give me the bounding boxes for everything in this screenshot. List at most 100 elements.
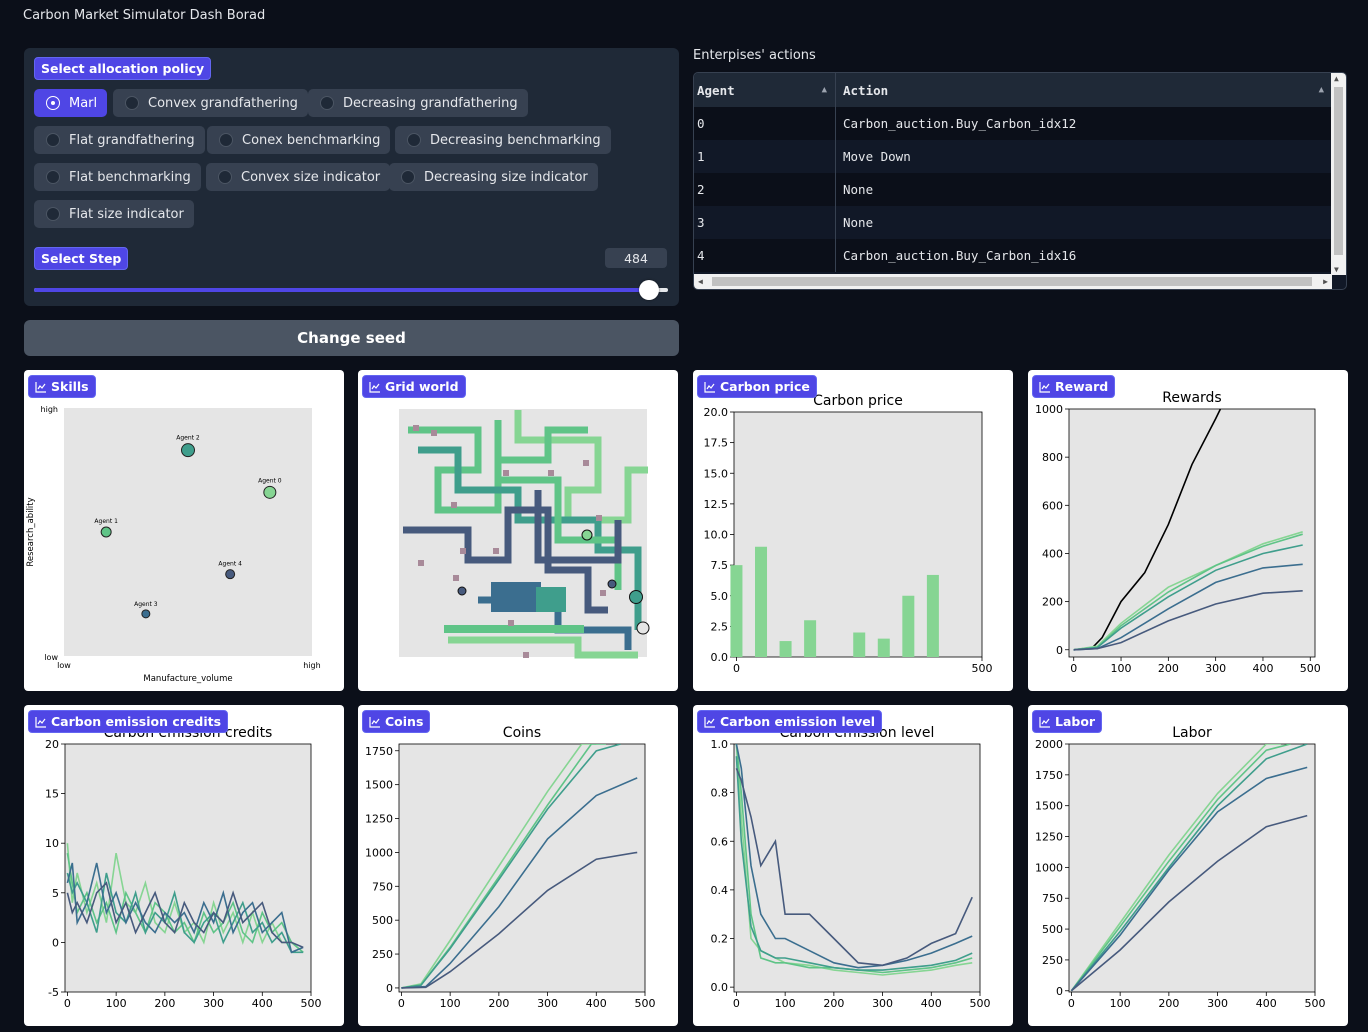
y-tick-label: 5: [52, 887, 59, 900]
horizontal-scroll-thumb[interactable]: [712, 277, 1312, 286]
table-cell-agent: 2: [694, 173, 836, 206]
policy-option-label: Conex benchmarking: [242, 132, 381, 148]
resource-tile: [451, 502, 457, 508]
scroll-right-icon[interactable]: ▶: [1323, 277, 1328, 286]
policy-option-decreasing-size-indicator[interactable]: Decreasing size indicator: [389, 163, 598, 191]
tab-reward: Reward: [1032, 375, 1116, 398]
policy-option-decreasing-benchmarking[interactable]: Decreasing benchmarking: [395, 126, 611, 154]
y-tick-label: 250: [372, 948, 393, 961]
chart-icon: [369, 381, 380, 393]
vertical-scroll-thumb[interactable]: [1334, 87, 1343, 255]
radio-dot-icon: [407, 133, 421, 147]
tab-carbon-emission-credits: Carbon emission credits: [28, 710, 229, 733]
x-tick-label: 200: [1158, 997, 1179, 1010]
tab-carbon-price: Carbon price: [697, 375, 817, 398]
column-header-agent[interactable]: Agent ▲: [694, 73, 836, 107]
y-tick-label: 0.6: [711, 835, 729, 848]
app-title: Carbon Market Simulator Dash Borad: [23, 8, 266, 23]
credits-card: Carbon emission credits Carbon emission …: [24, 705, 344, 1026]
radio-dot-icon: [218, 170, 232, 184]
price-bar: [779, 641, 792, 657]
step-slider-thumb[interactable]: [638, 280, 659, 300]
policy-option-flat-size-indicator[interactable]: Flat size indicator: [34, 200, 194, 228]
chart-icon: [35, 381, 46, 393]
y-tick-label: 0.0: [711, 651, 729, 664]
table-cell-action: None: [843, 215, 874, 230]
y-tick-label: 0.2: [711, 933, 729, 946]
table-row[interactable]: 4 Carbon_auction.Buy_Carbon_idx16: [694, 239, 1332, 272]
table-cell-action: Move Down: [843, 149, 911, 164]
policy-option-decreasing-grandfathering[interactable]: Decreasing grandfathering: [308, 89, 528, 117]
resource-tile: [418, 560, 424, 566]
chart-icon: [369, 716, 380, 728]
labor-card: Labor Labor 0 100 200 300 400 500 0 250 500 750 100…: [1028, 705, 1348, 1026]
tab-grid-world: Grid world: [362, 375, 466, 398]
x-tick-label: 200: [154, 997, 175, 1010]
price-bar: [730, 565, 743, 657]
actions-table-title: Enterpises' actions: [693, 48, 816, 63]
policy-option-convex-grandfathering[interactable]: Convex grandfathering: [113, 89, 308, 117]
tab-carbon-emission-level: Carbon emission level: [697, 710, 883, 733]
chart-icon: [704, 381, 715, 393]
policy-label: Select allocation policy: [34, 57, 212, 80]
step-number-input[interactable]: 484: [605, 248, 667, 268]
x-tick-label: 300: [537, 997, 558, 1010]
table-row[interactable]: 3 None: [694, 206, 1332, 239]
policy-option-convex-size-indicator[interactable]: Convex size indicator: [206, 163, 391, 191]
x-tick-label: 300: [872, 997, 893, 1010]
x-tick-label: 500: [301, 997, 322, 1010]
agent-marker: [607, 579, 617, 589]
y-tick-label: 750: [1042, 892, 1063, 905]
resource-tile: [508, 620, 514, 626]
table-cell-agent: 0: [694, 107, 836, 140]
x-tick-label: 500: [1300, 662, 1321, 675]
emission-level-card: Carbon emission level Carbon emission le…: [693, 705, 1013, 1026]
y-tick-label: 1000: [1035, 861, 1063, 874]
sort-up-icon[interactable]: ▲: [1319, 85, 1324, 95]
agent-point: [225, 569, 236, 580]
resource-tile: [548, 470, 554, 476]
x-tick-label: 100: [775, 997, 796, 1010]
reward-chart: Rewards 0 100 200 300 400 500 0 200 400 600 800 1000: [1035, 390, 1321, 675]
chart-icon: [1039, 381, 1050, 393]
sort-up-icon[interactable]: ▲: [822, 85, 827, 95]
actions-table: Agent ▲ Action ▲ 0 Carbon_auction.Buy_Carb…: [693, 72, 1347, 290]
step-slider[interactable]: [34, 280, 668, 300]
policy-option-flat-benchmarking[interactable]: Flat benchmarking: [34, 163, 201, 191]
plot-area: [733, 743, 981, 993]
table-row[interactable]: 2 None: [694, 173, 1332, 206]
policy-option-flat-grandfathering[interactable]: Flat grandfathering: [34, 126, 205, 154]
table-row[interactable]: 0 Carbon_auction.Buy_Carbon_idx12: [694, 107, 1332, 140]
radio-dot-icon: [219, 133, 233, 147]
reward-card: Reward Rewards 0 100 200 300 400 500 0 200 400 600…: [1028, 370, 1348, 691]
scroll-left-icon[interactable]: ◀: [698, 277, 703, 286]
table-cell-agent: 1: [694, 140, 836, 173]
price-bar: [755, 546, 768, 657]
x-tick-label: 400: [1256, 997, 1277, 1010]
table-row[interactable]: 1 Move Down: [694, 140, 1332, 173]
x-axis-label: Manufacture_volume: [143, 674, 232, 684]
y-tick-label: 1000: [365, 846, 393, 859]
y-tick-label: 400: [1042, 547, 1063, 560]
table-vertical-scrollbar[interactable]: ▲ ▼: [1331, 73, 1346, 275]
y-tick-label: 0: [386, 982, 393, 995]
agent-label: Agent 3: [134, 601, 158, 608]
x-tick-label: 0: [1070, 662, 1077, 675]
x-tick-label: 500: [972, 662, 993, 675]
policy-option-marl[interactable]: Marl: [34, 89, 108, 117]
y-tick-label: 1500: [1035, 800, 1063, 813]
policy-option-conex-benchmarking[interactable]: Conex benchmarking: [207, 126, 391, 154]
agent-label: Agent 2: [176, 435, 200, 442]
y-tick-label: 1250: [365, 813, 393, 826]
y-tick-label: 800: [1042, 451, 1063, 464]
policy-option-label: Marl: [69, 95, 98, 111]
table-header: Agent ▲ Action ▲: [694, 73, 1332, 107]
change-seed-button[interactable]: Change seed: [24, 320, 679, 356]
column-header-action[interactable]: Action ▲: [836, 73, 1332, 107]
table-horizontal-scrollbar[interactable]: ◀ ▶: [694, 274, 1332, 289]
scroll-down-icon[interactable]: ▼: [1334, 265, 1339, 274]
scroll-up-icon[interactable]: ▲: [1334, 74, 1339, 83]
resource-tile: [431, 430, 437, 436]
y-tick-label: 250: [1042, 954, 1063, 967]
policy-option-label: Flat size indicator: [69, 206, 184, 222]
